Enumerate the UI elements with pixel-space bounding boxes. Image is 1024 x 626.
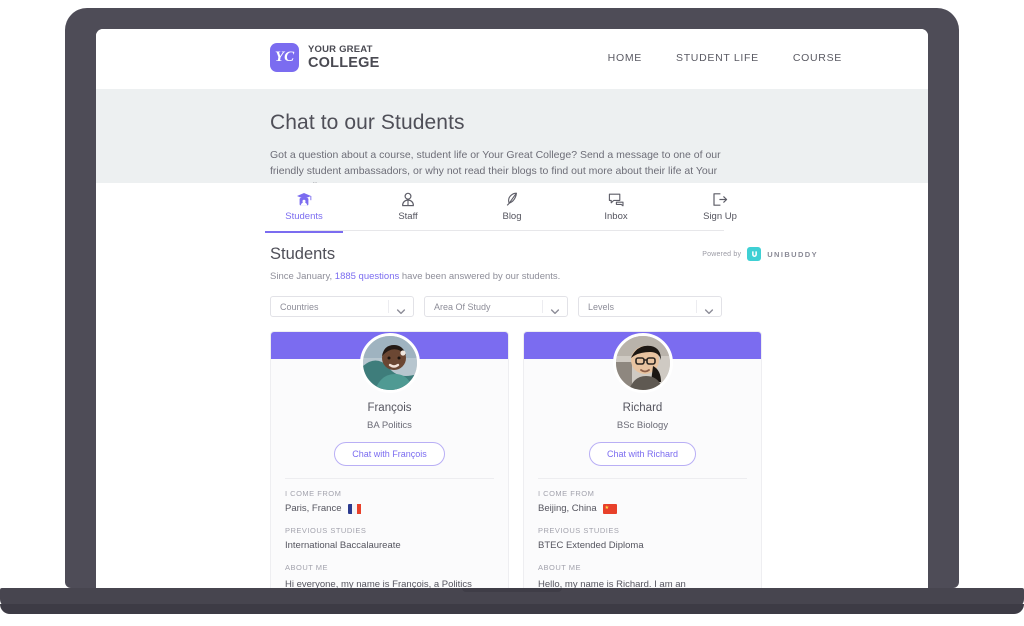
label-about-me: ABOUT ME (285, 563, 329, 572)
nav-item-course[interactable]: COURSE (793, 52, 842, 64)
flag-france-icon (347, 503, 362, 514)
chat-with-student-button[interactable]: Chat with François (334, 442, 445, 466)
nav-item-home[interactable]: HOME (608, 52, 642, 64)
unibuddy-logo-icon (747, 247, 762, 261)
student-name: François (367, 402, 412, 414)
subline-suffix: have been answered by our students. (399, 271, 561, 282)
label-i-come-from: I COME FROM (538, 489, 595, 498)
filter-area-of-study[interactable]: Area Of Study (424, 296, 568, 317)
chat-bubbles-icon (608, 189, 625, 207)
nav-item-student-life[interactable]: STUDENT LIFE (676, 52, 759, 64)
main-content: Students Powered by UNIBUDDY Since Janua… (96, 231, 928, 588)
student-name: Richard (622, 402, 663, 414)
student-course: BSc Biology (616, 420, 669, 431)
tab-label-sign-up: Sign Up (703, 211, 737, 222)
brand-logo[interactable]: YC YOUR GREAT COLLEGE (270, 43, 380, 72)
tab-label-inbox: Inbox (604, 211, 628, 222)
tab-label-blog: Blog (502, 211, 522, 222)
filter-divider (388, 300, 389, 313)
questions-answered-text: Since January, 1885 questions have been … (270, 271, 818, 282)
student-card-list: François BA Politics Chat with François … (270, 331, 818, 588)
avatar (612, 333, 673, 393)
label-i-come-from: I COME FROM (285, 489, 342, 498)
questions-count-link[interactable]: 1885 questions (335, 271, 399, 282)
tab-bar: Students Staff Blog Inbox Sign Up (96, 183, 928, 233)
section-title: Students (270, 245, 336, 263)
filter-bar: Countries Area Of Study Levels (270, 296, 818, 317)
filter-area-of-study-label: Area Of Study (434, 301, 491, 312)
site-header: YC YOUR GREAT COLLEGE HOME STUDENT LIFE … (96, 29, 928, 89)
value-about-me: Hi everyone, my name is François, a Poli… (285, 579, 472, 588)
subline-prefix: Since January, (270, 271, 335, 282)
tab-sign-up[interactable]: Sign Up (689, 189, 751, 230)
tab-students[interactable]: Students (265, 189, 343, 233)
brand-mark-icon: YC (270, 43, 299, 72)
chevron-down-icon (704, 303, 714, 321)
unibuddy-wordmark: UNIBUDDY (767, 249, 818, 259)
page-title: Chat to our Students (270, 111, 465, 134)
filter-levels[interactable]: Levels (578, 296, 722, 317)
value-about-me: Hello, my name is Richard. I am an under… (538, 579, 686, 588)
value-i-come-from: Beijing, China ★ (538, 503, 747, 514)
brand-line-1: YOUR GREAT (308, 44, 373, 55)
chevron-down-icon (550, 303, 560, 321)
filter-countries-label: Countries (280, 301, 319, 312)
home-city: Paris, France (285, 503, 342, 514)
powered-by-label: Powered by (702, 250, 742, 258)
filter-divider (696, 300, 697, 313)
student-card[interactable]: François BA Politics Chat with François … (270, 331, 509, 588)
filter-countries[interactable]: Countries (270, 296, 414, 317)
filter-divider (542, 300, 543, 313)
tab-blog[interactable]: Blog (481, 189, 543, 230)
tab-inbox[interactable]: Inbox (585, 189, 647, 230)
brand-text: YOUR GREAT COLLEGE (308, 45, 380, 70)
browser-screen: YC YOUR GREAT COLLEGE HOME STUDENT LIFE … (96, 29, 928, 588)
sign-up-arrow-icon (712, 189, 729, 207)
label-previous-studies: PREVIOUS STUDIES (538, 526, 620, 535)
value-previous-studies: BTEC Extended Diploma (538, 540, 644, 551)
chevron-down-icon (396, 303, 406, 321)
home-city: Beijing, China (538, 503, 597, 514)
powered-by-badge: Powered by UNIBUDDY (702, 247, 818, 264)
laptop-base-notch (462, 588, 562, 592)
feather-icon (504, 189, 520, 207)
hero-section: Chat to our Students Got a question abou… (96, 89, 928, 193)
tab-label-staff: Staff (398, 211, 418, 222)
tab-label-students: Students (285, 211, 323, 222)
chat-with-student-button[interactable]: Chat with Richard (588, 442, 697, 466)
laptop-mockup: YC YOUR GREAT COLLEGE HOME STUDENT LIFE … (0, 0, 1024, 626)
laptop-base-foot (0, 604, 1024, 614)
brand-line-2: COLLEGE (308, 54, 380, 71)
value-previous-studies: International Baccalaureate (285, 540, 401, 551)
section-header: Students Powered by UNIBUDDY (270, 231, 818, 264)
avatar (359, 333, 420, 393)
label-previous-studies: PREVIOUS STUDIES (285, 526, 367, 535)
filter-levels-label: Levels (588, 301, 615, 312)
graduation-cap-icon (296, 189, 312, 207)
tab-bar-divider (300, 230, 724, 231)
student-card[interactable]: Richard BSc Biology Chat with Richard I … (523, 331, 762, 588)
student-course: BA Politics (367, 420, 412, 431)
flag-china-icon: ★ (602, 503, 617, 514)
site-navigation: HOME STUDENT LIFE COURSE (608, 52, 842, 64)
person-icon (400, 189, 416, 207)
tab-staff[interactable]: Staff (377, 189, 439, 230)
label-about-me: ABOUT ME (538, 563, 582, 572)
value-i-come-from: Paris, France (285, 503, 494, 514)
